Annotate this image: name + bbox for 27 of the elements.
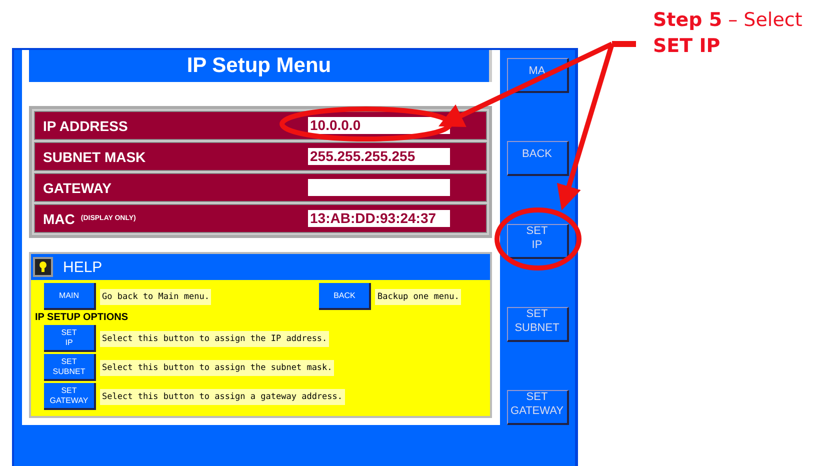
help-button[interactable]: SET GATEWAY <box>44 383 96 410</box>
help-button[interactable]: SET IP <box>44 325 96 352</box>
setting-label: GATEWAY <box>43 180 112 196</box>
value-field[interactable]: 10.0.0.0 <box>308 117 450 134</box>
help-text: Go back to Main menu. <box>100 288 212 304</box>
side-button[interactable]: SET SUBNET <box>506 307 568 342</box>
side-button[interactable]: SET GATEWAY <box>506 390 568 425</box>
setting-label: MAC <box>43 210 75 226</box>
screen-title: IP Setup Menu <box>29 50 492 82</box>
annotation-text: Step 5 – Select SET IP <box>653 8 804 59</box>
help-text: Select this button to assign a gateway address. <box>100 388 345 404</box>
options-heading: IP SETUP OPTIONS <box>35 312 129 323</box>
help-button[interactable]: SET SUBNET <box>44 354 96 381</box>
help-text: Backup one menu. <box>375 288 462 304</box>
side-button[interactable]: BACK <box>506 141 568 176</box>
side-button[interactable]: SET IP <box>506 224 568 259</box>
help-text: Select this button to assign the subnet mask. <box>100 360 334 376</box>
setting-label: SUBNET MASK <box>43 148 146 164</box>
value-field[interactable] <box>308 179 450 196</box>
help-button[interactable]: MAIN <box>44 283 96 310</box>
light-bulb-icon <box>33 257 53 277</box>
value-field[interactable]: 255.255.255.255 <box>308 148 450 165</box>
help-text: Select this button to assign the IP address. <box>100 330 330 346</box>
value-field[interactable]: 13:AB:DD:93:24:37 <box>308 210 450 227</box>
setting-label: IP ADDRESS <box>43 118 128 134</box>
help-button[interactable]: BACK <box>319 283 372 310</box>
help-title: HELP <box>63 258 102 276</box>
